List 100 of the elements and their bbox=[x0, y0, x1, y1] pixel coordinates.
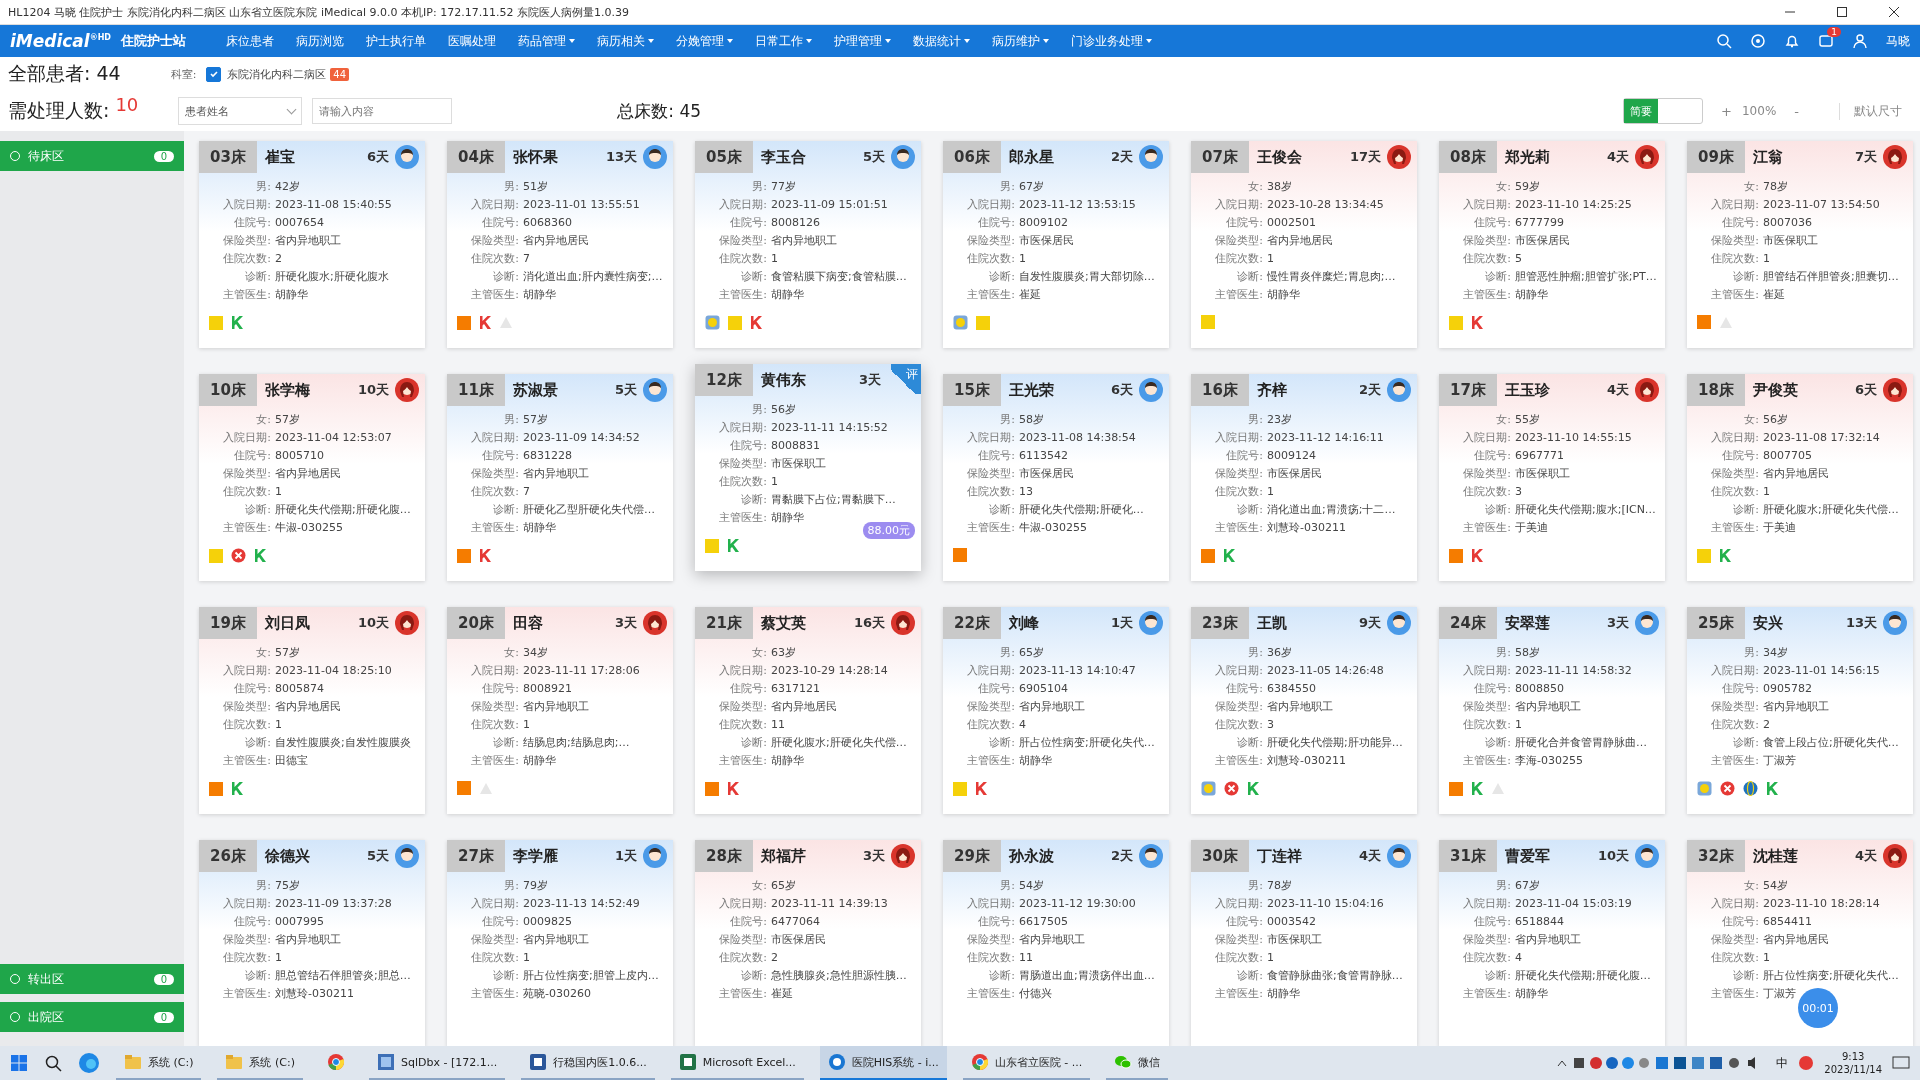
taskbar-app[interactable]: 系统 (C:) bbox=[217, 1046, 303, 1080]
menu-item[interactable]: 病历维护 bbox=[992, 32, 1049, 50]
field-value: 市医保职工 bbox=[1267, 931, 1322, 947]
field-value: 0009825 bbox=[523, 914, 572, 928]
field-label: 住院号: bbox=[1473, 214, 1511, 230]
stay-days: 3天 bbox=[614, 614, 637, 632]
taskbar-app[interactable]: 微信 bbox=[1106, 1046, 1169, 1080]
patient-card[interactable]: 17床 王玉珍 4天 女: 55岁 入院日期: 2023-11-10 14:55:15 住院号: 6967771 保险类型: 市医保职工 住院次数: 3 诊断: 肝硬化失代偿期;腹水;[ICN… 主管医生: 于美迪 bbox=[1439, 374, 1665, 581]
patient-card[interactable]: 31床 曹爱军 10天 男: 67岁 入院日期: 2023-11-04 15:03:19 住院号: 6518844 保险类型: 省内异地职工 住院次数: 4 诊断: 肝硬化失代偿期;肝硬化腹… 主管医生: 胡静华 bbox=[1439, 840, 1665, 1046]
notification-icon[interactable] bbox=[1892, 1055, 1910, 1071]
patient-card[interactable]: 21床 蔡艾英 16天 女: 63岁 入院日期: 2023-10-29 14:28:14 住院号: 6317121 保险类型: 省内异地居民 住院次数: 11 诊断: 肝硬化腹水;肝硬化失代偿… 主管医生: 胡静华 bbox=[695, 607, 921, 814]
input-method[interactable]: 中 bbox=[1776, 1054, 1789, 1072]
field-value: 8008921 bbox=[523, 681, 572, 695]
default-size-button[interactable]: 默认尺寸 bbox=[1839, 102, 1902, 120]
clock-time: 9:13 bbox=[1841, 1050, 1865, 1063]
menu-item[interactable]: 药品管理 bbox=[518, 32, 575, 50]
patient-card[interactable]: 26床 徐德兴 5天 男: 75岁 入院日期: 2023-11-09 13:37:28 住院号: 0007995 保险类型: 省内异地职工 住院次数: 1 诊断: 胆总管结石伴胆管炎;胆总… 主管医生: 刘慧玲-030211 bbox=[199, 840, 425, 1046]
stay-days: 7天 bbox=[1854, 148, 1877, 166]
patient-card[interactable]: 22床 刘峰 1天 男: 65岁 入院日期: 2023-11-13 14:10:47 住院号: 6905104 保险类型: 省内异地职工 住院次数: 4 诊断: 肝占位性病变;肝硬化失代… 主管医生: 胡静华 bbox=[943, 607, 1169, 814]
app-icon[interactable] bbox=[1798, 1055, 1815, 1071]
field-value: 8008831 bbox=[771, 438, 820, 452]
field-label: 女: bbox=[1495, 178, 1511, 194]
field-label: 入院日期: bbox=[1462, 429, 1511, 445]
patient-card[interactable]: 15床 王光荣 6天 男: 58岁 入院日期: 2023-11-08 14:38:54 住院号: 6113542 保险类型: 市医保居民 住院次数: 13 诊断: 肝硬化失代偿期;肝硬化… 主管医生: 牛淑-030255 bbox=[943, 374, 1169, 581]
zoom-out-button[interactable]: - bbox=[1794, 103, 1799, 119]
taskbar-app[interactable]: SqlDbx - [172.1... bbox=[368, 1046, 506, 1080]
patient-card[interactable]: 23床 王凯 9天 男: 36岁 入院日期: 2023-11-05 14:26:48 住院号: 6384550 保险类型: 省内异地职工 住院次数: 3 诊断: 肝硬化失代偿期;肝功能异… 主管医生: 刘慧玲-030211 bbox=[1191, 607, 1417, 814]
user-name[interactable]: 马晓 bbox=[1886, 32, 1910, 50]
patient-card[interactable]: 20床 田容 3天 女: 34岁 入院日期: 2023-11-11 17:28:06 住院号: 8008921 保险类型: 省内异地职工 住院次数: 1 诊断: 结肠息肉;结肠息肉;… 主管医生: 胡静华 bbox=[447, 607, 673, 814]
field-value: 田德宝 bbox=[275, 752, 308, 768]
stay-days: 2天 bbox=[1110, 847, 1133, 865]
patient-card[interactable]: 30床 丁连祥 4天 男: 78岁 入院日期: 2023-11-10 15:04:16 住院号: 0003542 保险类型: 市医保职工 住院次数: 1 诊断: 食管静脉曲张;食管胃静脉… 主管医生: 胡静华 bbox=[1191, 840, 1417, 1046]
field-label: 诊断: bbox=[244, 967, 271, 983]
taskbar-app[interactable]: 医院HIS系统 - i... bbox=[819, 1046, 947, 1080]
patient-card[interactable]: 25床 安兴 13天 男: 34岁 入院日期: 2023-11-01 14:56:15 住院号: 0905782 保险类型: 省内异地职工 住院次数: 2 诊断: 食管上段占位;肝硬化失代… 主管医生: 丁淑芳 bbox=[1687, 607, 1913, 814]
patient-card[interactable]: 28床 郑福芹 3天 女: 65岁 入院日期: 2023-11-11 14:39:13 住院号: 6477064 保险类型: 市医保居民 住院次数: 2 诊断: 急性胰腺炎;急性胆源性胰… 主管医生: 崔延 bbox=[695, 840, 921, 1046]
patient-card[interactable]: 09床 江翁 7天 女: 78岁 入院日期: 2023-11-07 13:54:50 住院号: 8007036 保险类型: 市医保职工 住院次数: 1 诊断: 胆管结石伴胆管炎;胆囊切… 主管医生: 崔延 bbox=[1687, 141, 1913, 348]
field-value: 肝硬化失代偿期;肝功能异… bbox=[1267, 734, 1403, 750]
patient-card[interactable]: 18床 尹俊英 6天 女: 56岁 入院日期: 2023-11-08 17:32:14 住院号: 8007705 保险类型: 省内异地居民 住院次数: 1 诊断: 肝硬化腹水;肝硬化失代偿… 主管医生: 于美迪 bbox=[1687, 374, 1913, 581]
field-value: 55岁 bbox=[1515, 411, 1540, 427]
patient-name: 张学梅 bbox=[265, 380, 311, 400]
patient-card[interactable]: 06床 郎永星 2天 男: 67岁 入院日期: 2023-11-12 13:53:15 住院号: 8009102 保险类型: 市医保居民 住院次数: 1 诊断: 自发性腹膜炎;胃大部切除… 主管医生: 崔延 bbox=[943, 141, 1169, 348]
patient-name: 崔宝 bbox=[265, 147, 296, 167]
name-select[interactable]: 患者姓名 bbox=[178, 97, 303, 125]
bell-icon[interactable] bbox=[1784, 33, 1800, 49]
bed-number: 26床 bbox=[199, 840, 257, 872]
menu-item[interactable]: 病历相关 bbox=[597, 32, 654, 50]
stay-days: 4天 bbox=[1606, 381, 1629, 399]
restore-icon[interactable] bbox=[1836, 6, 1848, 18]
field-value: 2023-11-08 17:32:14 bbox=[1763, 430, 1880, 444]
menu-item[interactable]: 日常工作 bbox=[755, 32, 812, 50]
menu-item[interactable]: 分娩管理 bbox=[676, 32, 733, 50]
field-value: 6777799 bbox=[1515, 215, 1564, 229]
menu-item[interactable]: 数据统计 bbox=[913, 32, 970, 50]
patient-card[interactable]: 24床 安翠莲 3天 男: 58岁 入院日期: 2023-11-11 14:58:32 住院号: 8008850 保险类型: 省内异地职工 住院次数: 1 诊断: 肝硬化合并食管胃静脉曲… 主管医生: 李海-030255 bbox=[1439, 607, 1665, 814]
field-label: 保险类型: bbox=[470, 931, 519, 947]
menu-item[interactable]: 门诊业务处理 bbox=[1071, 32, 1152, 50]
search-field[interactable]: 请输入内容 bbox=[312, 98, 453, 124]
spreadsheet-icon bbox=[678, 1053, 697, 1071]
patient-card[interactable]: 11床 苏淑景 5天 男: 57岁 入院日期: 2023-11-09 14:34:52 住院号: 6831228 保险类型: 省内异地职工 住院次数: 7 诊断: 肝硬化乙型肝硬化失代偿… 主管医生: 胡静华 bbox=[447, 374, 673, 581]
patient-card[interactable]: 10床 张学梅 10天 女: 57岁 入院日期: 2023-11-04 12:53:07 住院号: 8005710 保险类型: 省内异地居民 住院次数: 1 诊断: 肝硬化失代偿期;肝硬化腹… 主管医生: 牛淑-030255 bbox=[199, 374, 425, 581]
patient-card[interactable]: 04床 张怀果 13天 男: 51岁 入院日期: 2023-11-01 13:55:51 住院号: 6068360 保险类型: 省内异地居民 住院次数: 7 诊断: 消化道出血;肝内囊性病变;… 主管医生: 胡静华 bbox=[447, 141, 673, 348]
menu-item[interactable]: 医嘱处理 bbox=[448, 32, 496, 50]
patient-card[interactable]: 19床 刘日凤 10天 女: 57岁 入院日期: 2023-11-04 18:25:10 住院号: 8005874 保险类型: 省内异地居民 住院次数: 1 诊断: 自发性腹膜炎;自发性腹膜炎 主管医生: 田德宝 bbox=[199, 607, 425, 814]
close-icon[interactable] bbox=[1888, 6, 1900, 18]
field-value: 51岁 bbox=[523, 178, 548, 194]
patient-card[interactable]: 08床 郑光莉 4天 女: 59岁 入院日期: 2023-11-10 14:25:25 住院号: 6777799 保险类型: 市医保居民 住院次数: 5 诊断: 胆管恶性肿瘤;胆管扩张;PT… 主管医生: 胡静华 bbox=[1439, 141, 1665, 348]
dept-checkbox[interactable] bbox=[206, 66, 222, 82]
patient-card[interactable]: 05床 李玉合 5天 男: 77岁 入院日期: 2023-11-09 15:01:51 住院号: 8008126 保险类型: 省内异地职工 住院次数: 1 诊断: 食管粘膜下病变;食管粘膜… 主管医生: 胡静华 bbox=[695, 141, 921, 348]
taskbar-app[interactable]: 行稳国内医1.0.6... bbox=[521, 1046, 655, 1080]
user-icon[interactable] bbox=[1852, 33, 1868, 49]
menu-item[interactable]: 护理管理 bbox=[834, 32, 891, 50]
field-value: 78岁 bbox=[1763, 178, 1788, 194]
field-value: 7 bbox=[523, 251, 530, 265]
browser-icon[interactable] bbox=[78, 1052, 100, 1074]
settings-icon[interactable] bbox=[1750, 33, 1766, 49]
field-value: 肝硬化合并食管胃静脉曲… bbox=[1515, 734, 1647, 750]
patient-card[interactable]: 16床 齐梓 2天 男: 23岁 入院日期: 2023-11-12 14:16:11 住院号: 8009124 保险类型: 市医保居民 住院次数: 1 诊断: 消化道出血;胃溃疡;十二… 主管医生: 刘慧玲-030211 bbox=[1191, 374, 1417, 581]
menu-item[interactable]: 病历浏览 bbox=[296, 32, 344, 50]
patient-name: 郑光莉 bbox=[1505, 147, 1551, 167]
field-label: 男: bbox=[503, 411, 519, 427]
field-label: 住院号: bbox=[1473, 680, 1511, 696]
menu-item[interactable]: 床位患者 bbox=[226, 32, 274, 50]
message-icon[interactable] bbox=[1818, 33, 1834, 49]
menu-item[interactable]: 护士执行单 bbox=[366, 32, 426, 50]
taskbar-app[interactable]: 山东省立医院 - ... bbox=[962, 1046, 1091, 1080]
search-icon[interactable] bbox=[44, 1054, 62, 1072]
patient-card[interactable]: 27床 李学雁 1天 男: 79岁 入院日期: 2023-11-13 14:52:49 住院号: 0009825 保险类型: 省内异地职工 住院次数: 1 诊断: 肝占位性病变;胆管上皮内… 主管医生: 苑晓-030260 bbox=[447, 840, 673, 1046]
taskbar-app[interactable]: 系统 (C:) bbox=[116, 1046, 202, 1080]
start-icon[interactable] bbox=[10, 1054, 28, 1072]
patient-card[interactable]: 07床 王俊会 17天 女: 38岁 入院日期: 2023-10-28 13:34:45 住院号: 0002501 保险类型: 省内异地居民 住院次数: 1 诊断: 慢性胃炎伴糜烂;胃息肉;… 主管医生: 胡静华 bbox=[1191, 141, 1417, 348]
patient-card[interactable]: 29床 孙永波 2天 男: 54岁 入院日期: 2023-11-12 19:30:00 住院号: 6617505 保险类型: 省内异地职工 住院次数: 11 诊断: 胃肠道出血;胃溃疡伴出血… 主管医生: 付德兴 bbox=[943, 840, 1169, 1046]
zoom-in-button[interactable]: + bbox=[1721, 103, 1732, 119]
field-label: 住院次数: bbox=[1710, 716, 1759, 732]
field-value: 56岁 bbox=[1763, 411, 1788, 427]
patient-card[interactable]: 03床 崔宝 6天 男: 42岁 入院日期: 2023-11-08 15:40:55 住院号: 0007654 保险类型: 省内异地职工 住院次数: 2 诊断: 肝硬化腹水;肝硬化腹水 主管医生: 胡静华 bbox=[199, 141, 425, 348]
patient-name: 王凯 bbox=[1257, 613, 1288, 633]
field-value: 苑晓-030260 bbox=[523, 985, 591, 1001]
patient-card[interactable]: 12床 黄伟东 3天 评 男: 56岁 入院日期: 2023-11-11 14:15:52 住院号: 8008831 保险类型: 市医保职工 住院次数: 1 诊断: 胃黏膜下占位;胃黏膜下… 主管医生: 胡静华 88.00元 bbox=[695, 364, 921, 571]
taskbar-app[interactable]: Microsoft Excel... bbox=[670, 1046, 804, 1080]
